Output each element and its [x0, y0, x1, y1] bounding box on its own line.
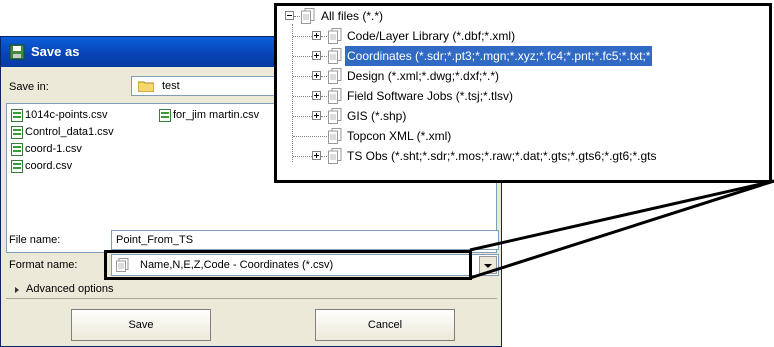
- tree-item-label: Topcon XML (*.xml): [347, 129, 452, 143]
- document-icon: [328, 108, 342, 124]
- tree-line: [293, 156, 312, 157]
- tree-line: [321, 96, 327, 97]
- tree-line: [293, 116, 312, 117]
- tree-item-selected[interactable]: Coordinates (*.sdr;*.pt3;*.mgn;*.xyz;*.f…: [277, 46, 769, 66]
- tree-line: [293, 96, 312, 97]
- tree-root[interactable]: All files (*.*): [277, 6, 767, 26]
- expand-icon[interactable]: [312, 31, 321, 40]
- tree-line: [321, 56, 327, 57]
- expand-icon[interactable]: [312, 91, 321, 100]
- expand-icon[interactable]: [312, 151, 321, 160]
- document-icon: [328, 128, 342, 144]
- tree-item[interactable]: Code/Layer Library (*.dbf;*.xml): [277, 26, 767, 46]
- document-icon: [328, 28, 342, 44]
- tree-line: [321, 156, 327, 157]
- document-icon: [301, 8, 315, 24]
- file-type-tree: All files (*.*) Code/Layer Library (*.db…: [274, 3, 772, 183]
- tree-item-label: Field Software Jobs (*.tsj;*.tlsv): [347, 89, 514, 103]
- document-icon: [328, 148, 342, 164]
- tree-item-label: TS Obs (*.sht;*.sdr;*.mos;*.raw;*.dat;*.…: [347, 149, 657, 163]
- tree-item[interactable]: Field Software Jobs (*.tsj;*.tlsv): [277, 86, 767, 106]
- tree-line: [293, 36, 312, 37]
- document-icon: [328, 68, 342, 84]
- tree-item[interactable]: Design (*.xml;*.dwg;*.dxf;*.*): [277, 66, 767, 86]
- tree-item-label: Coordinates (*.sdr;*.pt3;*.mgn;*.xyz;*.f…: [345, 46, 653, 66]
- tree-root-label: All files (*.*): [321, 9, 384, 23]
- tree-item-label: Code/Layer Library (*.dbf;*.xml): [347, 29, 516, 43]
- tree-line: [293, 136, 327, 137]
- expand-icon[interactable]: [312, 51, 321, 60]
- tree-item[interactable]: TS Obs (*.sht;*.sdr;*.mos;*.raw;*.dat;*.…: [277, 146, 769, 166]
- tree-item[interactable]: Topcon XML (*.xml): [277, 126, 767, 146]
- tree-line: [321, 36, 327, 37]
- document-icon: [328, 88, 342, 104]
- expand-icon[interactable]: [312, 111, 321, 120]
- document-icon: [328, 48, 342, 64]
- tree-line: [321, 76, 327, 77]
- tree-item-label: GIS (*.shp): [347, 109, 407, 123]
- tree-item[interactable]: GIS (*.shp): [277, 106, 767, 126]
- tree-line: [293, 56, 312, 57]
- expand-icon[interactable]: [312, 71, 321, 80]
- collapse-icon[interactable]: [285, 11, 294, 20]
- tree-line: [293, 76, 312, 77]
- tree-item-label: Design (*.xml;*.dwg;*.dxf;*.*): [347, 69, 500, 83]
- tree-line: [321, 116, 327, 117]
- tree-line: [294, 16, 300, 17]
